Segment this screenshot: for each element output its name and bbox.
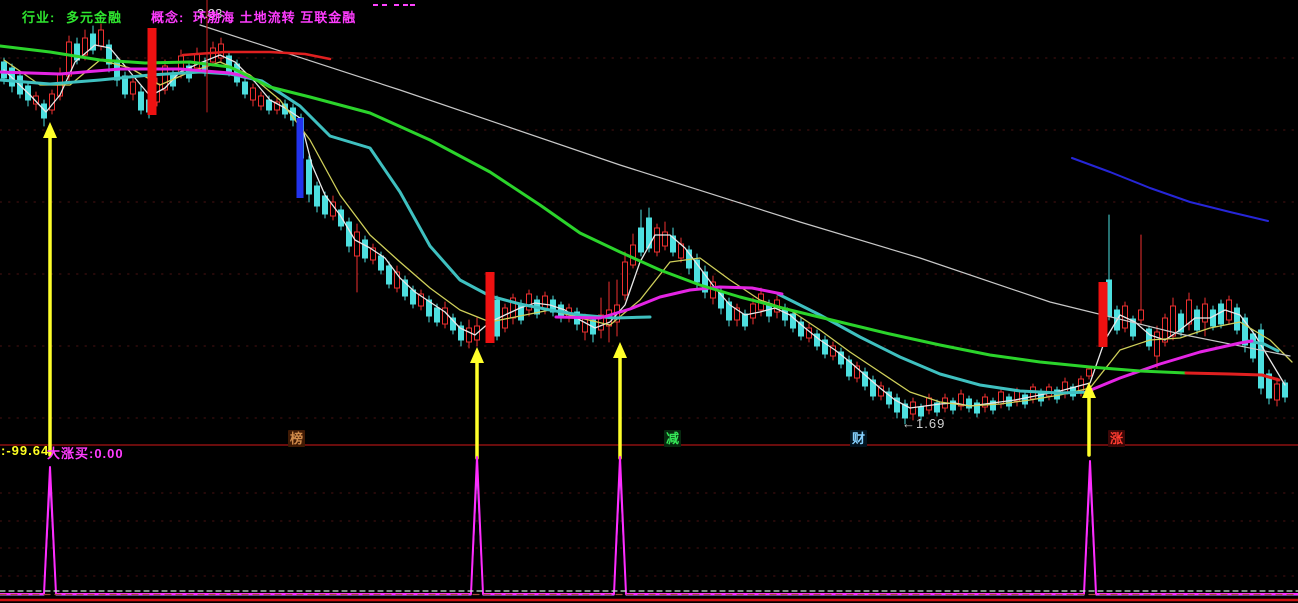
header-dots (410, 4, 415, 6)
candle-body (242, 81, 248, 95)
candle-body (622, 261, 628, 296)
candle-body (378, 255, 384, 271)
candle-body (1274, 383, 1280, 401)
candle-body (654, 227, 660, 253)
highlight-bar (296, 118, 304, 198)
buy-arrow-head (613, 342, 627, 358)
candle-body (266, 99, 272, 111)
candle-body (362, 239, 368, 259)
candle-body (966, 398, 972, 409)
candle-body (1218, 303, 1224, 325)
candle-body (434, 307, 440, 323)
event-marker-bang[interactable]: 榜 (288, 430, 305, 447)
candle-body (1146, 328, 1152, 347)
candle-body (338, 209, 344, 227)
candle-body (386, 265, 392, 285)
candle-body (1086, 368, 1092, 377)
event-marker-jian[interactable]: 减 (664, 430, 681, 447)
highlight-bar (485, 272, 495, 343)
candle-body (750, 303, 756, 319)
candle-body (354, 231, 360, 257)
candle-body (1202, 303, 1208, 323)
candle-body (1138, 309, 1144, 321)
candle-body (1226, 299, 1232, 321)
candle-body (1258, 329, 1264, 389)
highlight-bar (147, 28, 157, 115)
header-dots (382, 4, 387, 6)
stock-chart-app-window: 行业: 多元金融 3.03 概念: 环渤海 土地流转 互联金融 :-99.64 … (0, 0, 1298, 603)
industry-value: 多元金融 (66, 10, 123, 25)
ma-magenta-rising-3 (1084, 339, 1254, 394)
concept-value: 环渤海 土地流转 互联金融 (193, 10, 357, 25)
header-dots (394, 4, 399, 6)
buy-arrow-head (43, 122, 57, 138)
header-dots (373, 4, 378, 6)
header-dots (403, 4, 408, 6)
signal-line-secondary (0, 472, 1298, 596)
ma-red-tail (1184, 371, 1281, 382)
candle-body (1022, 394, 1028, 405)
candle-body (638, 227, 644, 253)
candle-body (1186, 299, 1192, 325)
candle-body (194, 53, 200, 69)
candle-body (314, 185, 320, 207)
candle-body (98, 29, 104, 47)
candle-body (1154, 331, 1160, 357)
candle-body (306, 159, 312, 195)
chart-canvas[interactable] (0, 0, 1298, 603)
concept-label: 概念: (151, 10, 185, 25)
candle-body (322, 195, 328, 215)
candle-body (926, 397, 932, 411)
price-annotation: ←1.69 (902, 416, 946, 431)
candle-body (542, 295, 548, 309)
buy-signal-label: 大涨买:0.00 (47, 446, 124, 461)
candle-body (1194, 309, 1200, 331)
candle-body (1234, 307, 1240, 331)
ma-blue-right (1071, 157, 1269, 222)
candle-body (466, 327, 472, 343)
candle-body (250, 87, 256, 101)
candle-body (210, 47, 216, 63)
candle-body (918, 406, 924, 417)
candle-body (258, 95, 264, 107)
highlight-bar (1098, 282, 1108, 347)
indicator-left-value: :-99.64 (1, 443, 50, 458)
buy-arrow-head (470, 347, 484, 363)
candle-body (662, 231, 668, 247)
signal-line-main (0, 456, 1298, 595)
candle-body (742, 313, 748, 327)
candle-body (630, 244, 636, 266)
candle-body (138, 91, 144, 111)
event-marker-zhang[interactable]: 涨 (1108, 430, 1125, 447)
ma5-white (3, 44, 1286, 409)
industry-label: 行业: (22, 10, 56, 25)
candle-body (950, 400, 956, 411)
event-marker-cai[interactable]: 财 (850, 430, 867, 447)
candle-body (130, 81, 136, 95)
candle-body (1250, 333, 1256, 359)
